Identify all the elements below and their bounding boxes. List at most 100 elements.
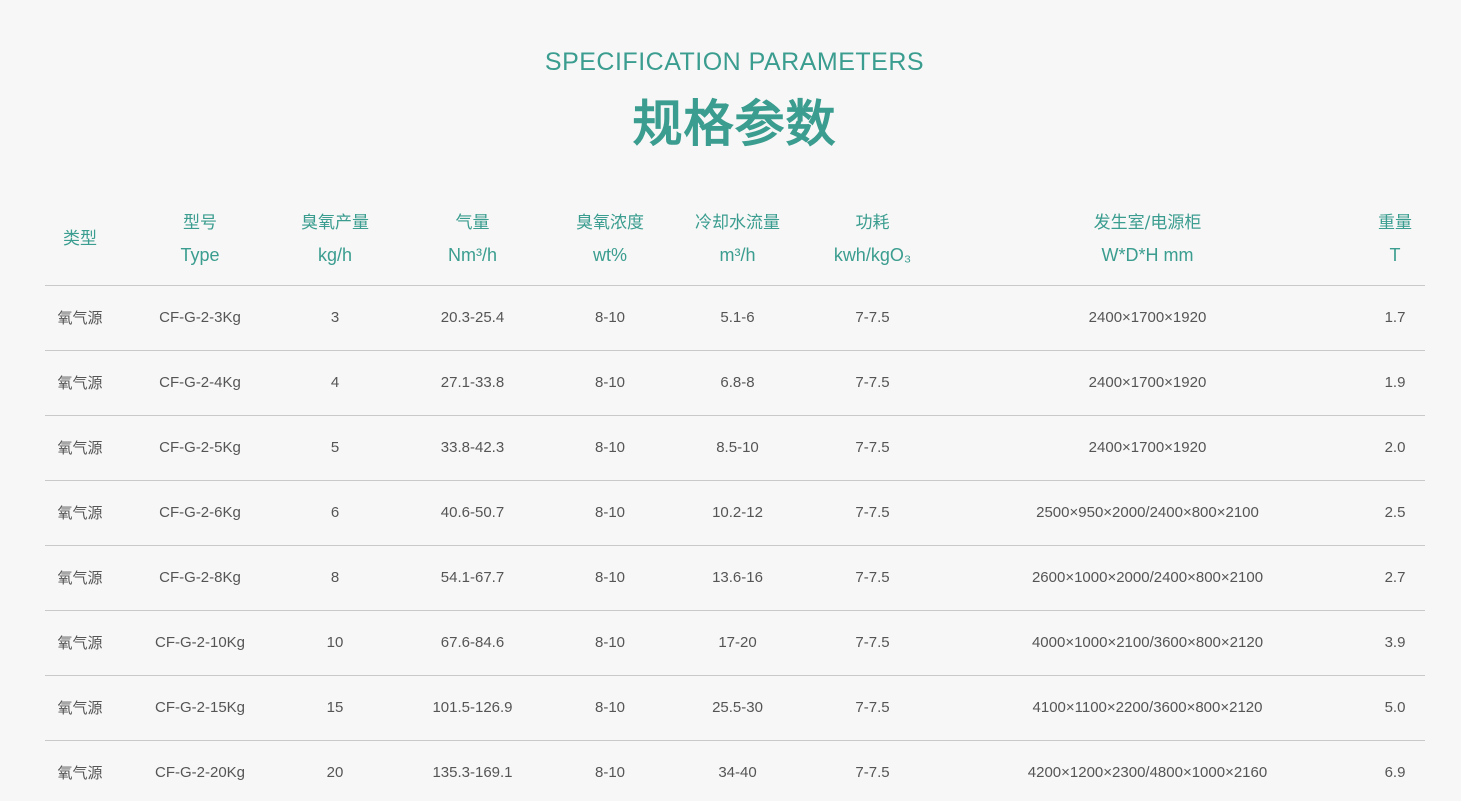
table-cell: 4200×1200×2300/4800×1000×2160: [1027, 764, 1268, 782]
table-cell: 3.9: [1365, 610, 1425, 676]
table-cell: 5.0: [1365, 675, 1425, 741]
table-cell: 8.5-10: [660, 415, 815, 481]
table-cell: 15: [285, 675, 385, 741]
table-cell: 1.9: [1365, 350, 1425, 416]
table-cell: 4100×1100×2200/3600×800×2120: [930, 675, 1365, 741]
spec-page: SPECIFICATION PARAMETERS 规格参数 类型 型号 Type 臭氧…: [0, 0, 1461, 801]
table-cell: 10.2-12: [660, 480, 815, 546]
table-cell: 2400×1700×1920: [930, 350, 1365, 416]
section-title: 规格参数: [632, 95, 837, 153]
table-cell: 8-10: [560, 415, 660, 481]
table-cell: 2500×950×2000/2400×800×2100: [930, 480, 1365, 546]
column-header: 冷却水流量 m³/h: [660, 190, 815, 286]
column-header-en: kg/h: [317, 245, 353, 266]
table-cell: 67.6-84.6: [385, 610, 560, 676]
table-cell: 3: [285, 285, 385, 351]
table-cell: 7-7.5: [815, 545, 930, 611]
column-header: 类型: [45, 190, 115, 286]
column-header-en: Nm³/h: [448, 245, 497, 266]
table-row: 氧气源 CF-G-2-6Kg 6 40.6-50.7 8-10 10.2-12 7-7.5 2…: [45, 480, 1425, 546]
table-row: 氧气源 CF-G-2-20Kg 20 135.3-169.1 8-10 34-40 7-7.…: [45, 740, 1425, 801]
table-cell: 氧气源: [45, 675, 115, 741]
table-cell: 2400×1700×1920: [930, 415, 1365, 481]
table-cell: 5.1-6: [660, 285, 815, 351]
table-cell: 氧气源: [45, 480, 115, 546]
table-cell: 7-7.5: [815, 610, 930, 676]
table-cell: 8-10: [594, 764, 626, 782]
table-cell: 8-10: [560, 545, 660, 611]
table-cell: 40.6-50.7: [385, 480, 560, 546]
table-cell: 8-10: [560, 350, 660, 416]
table-cell: CF-G-2-10Kg: [115, 610, 285, 676]
table-cell: 8: [285, 545, 385, 611]
table-cell: 135.3-169.1: [432, 764, 513, 782]
table-cell: CF-G-2-20Kg: [154, 764, 246, 782]
table-cell: 33.8-42.3: [385, 415, 560, 481]
table-body: 氧气源 CF-G-2-3Kg 3 20.3-25.4 8-10 5.1-6 7-7.5 240…: [45, 285, 1425, 801]
section-subtitle: SPECIFICATION PARAMETERS: [544, 48, 925, 76]
table-cell: 2600×1000×2000/2400×800×2100: [930, 545, 1365, 611]
column-header-cn: 冷却水流量: [695, 213, 780, 234]
table-cell: 101.5-126.9: [385, 675, 560, 741]
column-header-en: wt%: [592, 245, 627, 266]
column-header-cn: 臭氧产量: [301, 213, 369, 234]
table-cell: 8-10: [560, 285, 660, 351]
table-cell: 54.1-67.7: [385, 545, 560, 611]
column-header-cn: 气量: [455, 213, 490, 234]
column-header-en: kwh/kgO₃: [833, 245, 912, 266]
column-header: 发生室/电源柜 W*D*H mm: [930, 190, 1365, 286]
table-cell: CF-G-2-6Kg: [115, 480, 285, 546]
table-cell: 氧气源: [45, 350, 115, 416]
column-header-cn: 功耗: [855, 213, 890, 234]
column-header-en: W*D*H mm: [1101, 245, 1194, 266]
table-row: 氧气源 CF-G-2-5Kg 5 33.8-42.3 8-10 8.5-10 7-7.5 24…: [45, 415, 1425, 481]
table-cell: 7-7.5: [815, 480, 930, 546]
table-cell: 氧气源: [45, 545, 115, 611]
table-cell: 7-7.5: [815, 285, 930, 351]
column-header: 功耗 kwh/kgO₃: [815, 190, 930, 286]
table-cell: 2.7: [1365, 545, 1425, 611]
table-cell: 7-7.5: [855, 764, 890, 782]
table-cell: CF-G-2-4Kg: [115, 350, 285, 416]
column-header: 臭氧浓度 wt%: [560, 190, 660, 286]
table-cell: 4000×1000×2100/3600×800×2120: [930, 610, 1365, 676]
table-row: 氧气源 CF-G-2-10Kg 10 67.6-84.6 8-10 17-20 7-7.5 4…: [45, 610, 1425, 676]
column-header: 气量 Nm³/h: [385, 190, 560, 286]
spec-table: 类型 型号 Type 臭氧产量 kg/h 气量 Nm³/h 臭氧浓度 wt% 冷却水流量 m³/h 功…: [45, 190, 1425, 801]
table-cell: 4: [285, 350, 385, 416]
table-cell: 6.8-8: [660, 350, 815, 416]
table-row: 氧气源 CF-G-2-3Kg 3 20.3-25.4 8-10 5.1-6 7-7.5 240…: [45, 285, 1425, 351]
column-header-cn: 类型: [63, 229, 97, 250]
table-cell: 25.5-30: [660, 675, 815, 741]
table-cell: 17-20: [660, 610, 815, 676]
table-cell: CF-G-2-15Kg: [115, 675, 285, 741]
table-cell: 20.3-25.4: [385, 285, 560, 351]
table-cell: 8-10: [560, 610, 660, 676]
table-row: 氧气源 CF-G-2-4Kg 4 27.1-33.8 8-10 6.8-8 7-7.5 240…: [45, 350, 1425, 416]
table-cell: 27.1-33.8: [385, 350, 560, 416]
table-cell: CF-G-2-5Kg: [115, 415, 285, 481]
table-cell: CF-G-2-3Kg: [115, 285, 285, 351]
table-cell: 8-10: [560, 480, 660, 546]
column-header-cn: 型号: [183, 213, 217, 234]
table-cell: 1.7: [1365, 285, 1425, 351]
table-cell: 7-7.5: [815, 675, 930, 741]
table-cell: 2.5: [1365, 480, 1425, 546]
table-cell: 34-40: [718, 764, 757, 782]
table-cell: 7-7.5: [815, 350, 930, 416]
table-row: 氧气源 CF-G-2-15Kg 15 101.5-126.9 8-10 25.5-30 7-…: [45, 675, 1425, 741]
table-cell: 6: [285, 480, 385, 546]
column-header-en: T: [1389, 245, 1401, 266]
table-cell: 20: [326, 764, 344, 782]
table-cell: 氧气源: [57, 764, 103, 783]
table-row: 氧气源 CF-G-2-8Kg 8 54.1-67.7 8-10 13.6-16 7-7.5 2…: [45, 545, 1425, 611]
table-header-row: 类型 型号 Type 臭氧产量 kg/h 气量 Nm³/h 臭氧浓度 wt% 冷却水流量 m³/h 功…: [45, 190, 1425, 286]
table-cell: 2400×1700×1920: [930, 285, 1365, 351]
table-cell: 氧气源: [45, 610, 115, 676]
column-header-en: Type: [180, 245, 220, 266]
table-cell: 5: [285, 415, 385, 481]
table-cell: 10: [285, 610, 385, 676]
column-header: 型号 Type: [115, 190, 285, 286]
table-cell: 氧气源: [45, 415, 115, 481]
column-header: 重量 T: [1365, 190, 1425, 286]
